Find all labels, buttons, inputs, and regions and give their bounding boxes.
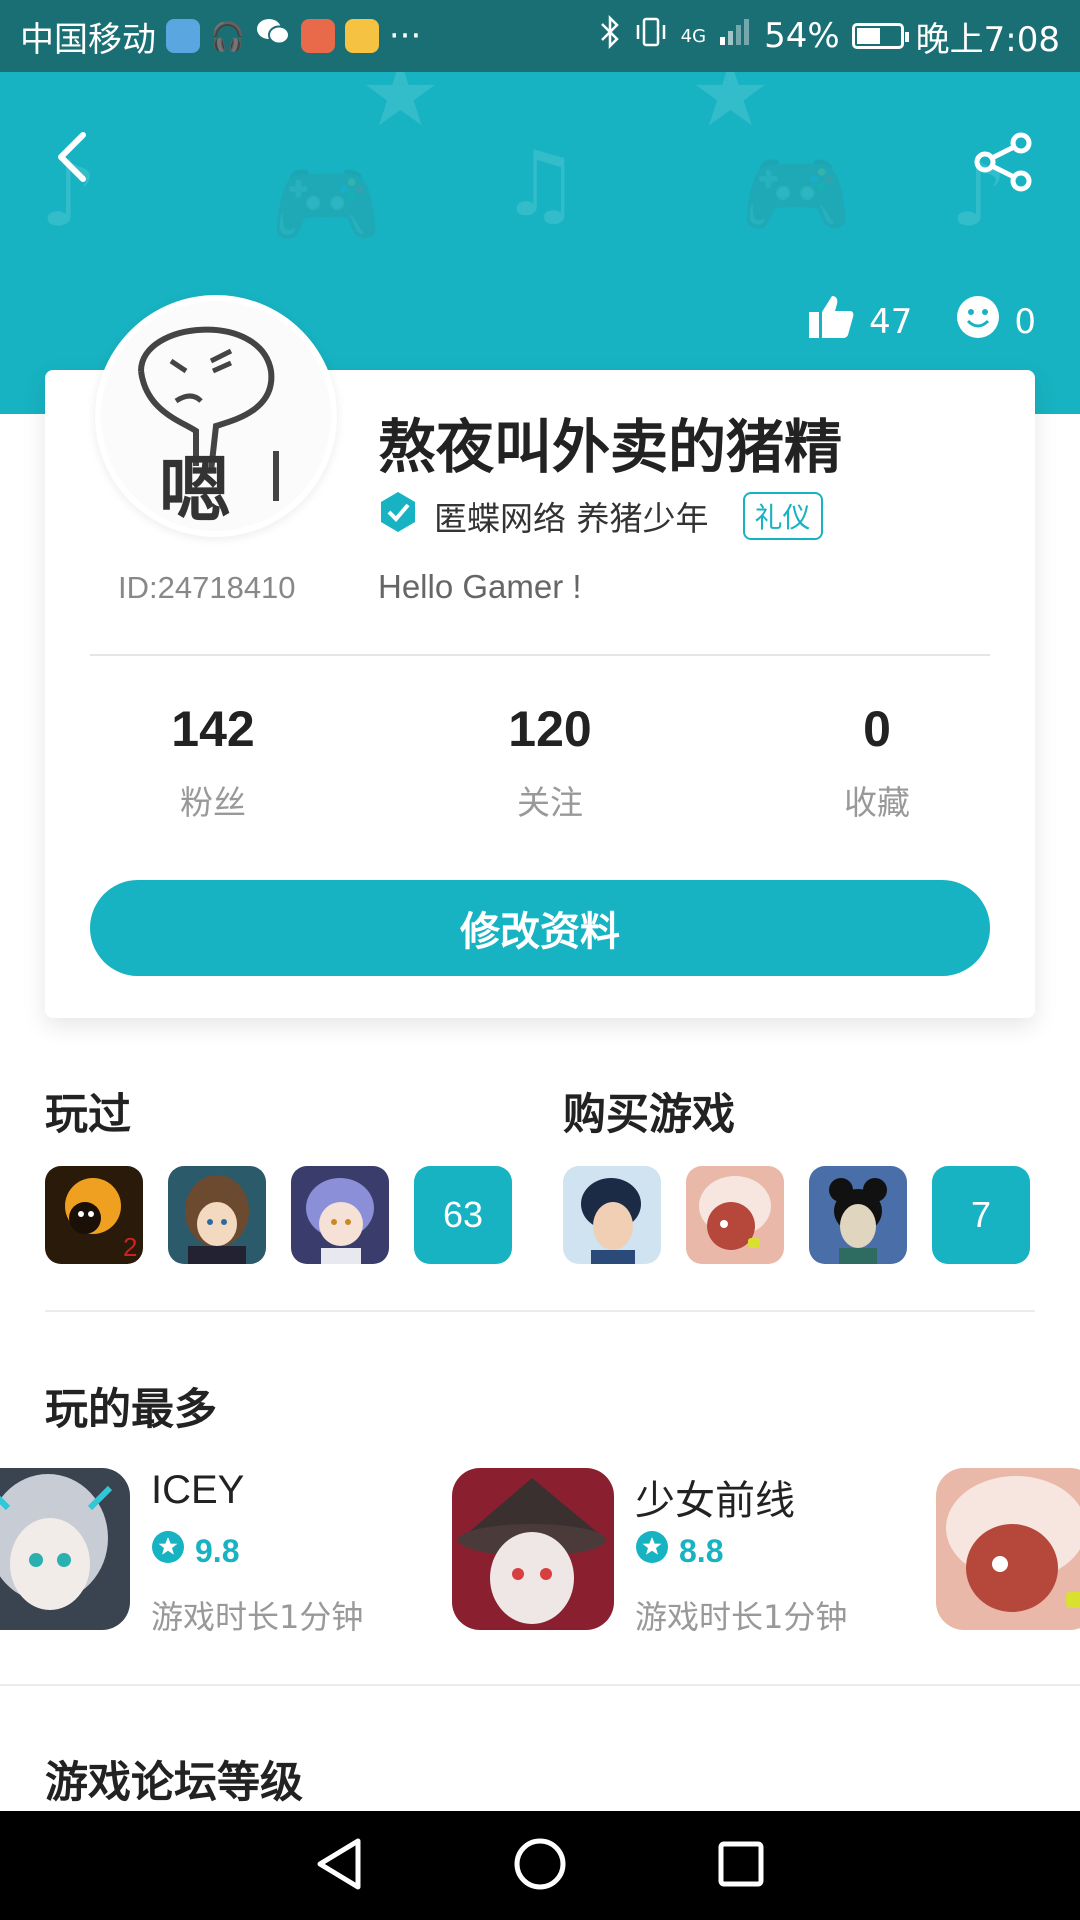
gamepad-icon: 🎮 bbox=[270, 152, 383, 257]
play-time: 游戏时长1分钟 bbox=[151, 1598, 364, 1636]
played-more-count[interactable]: 63 bbox=[414, 1166, 512, 1264]
user-bio: Hello Gamer ! bbox=[378, 568, 582, 605]
purchased-title: 购买游戏 bbox=[563, 1090, 735, 1140]
most-played-item[interactable]: ICEY 9.8 游戏时长1分钟 bbox=[0, 1468, 388, 1636]
most-played-title: 玩的最多 bbox=[45, 1385, 217, 1435]
nav-home-button[interactable] bbox=[513, 1837, 567, 1895]
user-name: 熬夜叫外卖的猪精 bbox=[378, 413, 843, 481]
news-app-icon bbox=[300, 19, 335, 53]
divider bbox=[45, 1310, 1035, 1312]
favorites-stat[interactable]: 0 收藏 bbox=[777, 700, 977, 824]
divider bbox=[90, 654, 990, 656]
bluetooth-icon bbox=[599, 14, 621, 58]
signal-icon bbox=[718, 16, 752, 56]
verified-icon bbox=[378, 490, 418, 542]
wechat-icon bbox=[255, 16, 291, 57]
star-icon: ★ bbox=[360, 72, 441, 147]
game-icon bbox=[936, 1468, 1080, 1630]
played-game-thumb[interactable]: 2 bbox=[45, 1166, 143, 1264]
network-type: 4G bbox=[680, 25, 707, 47]
thumbs-up-icon bbox=[807, 294, 855, 349]
followers-label: 粉丝 bbox=[180, 783, 246, 822]
game-icon bbox=[452, 1468, 614, 1630]
share-button[interactable] bbox=[964, 122, 1044, 202]
smile-icon bbox=[956, 295, 1000, 348]
badge-tag[interactable]: 礼仪 bbox=[742, 492, 823, 540]
nav-back-button[interactable] bbox=[314, 1837, 364, 1895]
gamepad-icon: 🎮 bbox=[740, 142, 853, 247]
back-button[interactable] bbox=[36, 122, 106, 192]
game-name: 少女前线 bbox=[635, 1478, 795, 1524]
clock: 晚上7:08 bbox=[915, 19, 1060, 60]
following-count: 120 bbox=[508, 701, 592, 757]
played-game-thumb[interactable] bbox=[168, 1166, 266, 1264]
svg-text:2: 2 bbox=[123, 1232, 137, 1262]
reactions: 47 0 bbox=[807, 294, 1036, 349]
game-rating: 8.8 bbox=[635, 1530, 723, 1572]
forum-level-title: 游戏论坛等级 bbox=[45, 1758, 303, 1808]
followers-count: 142 bbox=[171, 701, 255, 757]
purchased-more-count[interactable]: 7 bbox=[932, 1166, 1030, 1264]
played-title: 玩过 bbox=[45, 1090, 131, 1140]
favorites-count: 0 bbox=[863, 701, 891, 757]
most-played-item[interactable]: 少女前线 8.8 游戏时长1分钟 bbox=[452, 1468, 872, 1636]
edit-profile-button[interactable]: 修改资料 bbox=[90, 880, 990, 976]
music-note-icon: ♫ bbox=[500, 132, 581, 237]
purchased-game-thumb[interactable] bbox=[686, 1166, 784, 1264]
purchased-game-thumb[interactable] bbox=[809, 1166, 907, 1264]
played-game-thumb[interactable] bbox=[291, 1166, 389, 1264]
like-stat[interactable]: 47 bbox=[807, 294, 912, 349]
organization-name: 匿蝶网络 养猪少年 bbox=[434, 499, 709, 538]
play-time: 游戏时长1分钟 bbox=[635, 1598, 848, 1636]
star-badge-icon bbox=[151, 1530, 185, 1572]
smile-count: 0 bbox=[1014, 301, 1036, 342]
favorites-label: 收藏 bbox=[844, 783, 910, 822]
purchased-game-thumb[interactable] bbox=[563, 1166, 661, 1264]
user-id: ID:24718410 bbox=[118, 570, 296, 605]
status-bar: 中国移动 🎧 ··· 4G 54% 晚上7:08 bbox=[0, 0, 1080, 72]
carrier-name: 中国移动 bbox=[20, 19, 156, 60]
star-icon: ★ bbox=[690, 72, 771, 147]
system-navigation-bar bbox=[0, 1811, 1080, 1920]
avatar-caption: 嗯 bbox=[159, 448, 232, 532]
rating-value: 8.8 bbox=[679, 1532, 724, 1569]
game-rating: 9.8 bbox=[151, 1530, 239, 1572]
avatar[interactable]: 嗯 bbox=[95, 295, 337, 537]
like-count: 47 bbox=[869, 301, 913, 342]
most-played-item[interactable] bbox=[936, 1468, 1080, 1633]
browser-app-icon bbox=[166, 19, 200, 53]
vibrate-icon bbox=[633, 15, 669, 58]
followers-stat[interactable]: 142 粉丝 bbox=[113, 700, 313, 824]
rating-value: 9.8 bbox=[195, 1532, 240, 1569]
star-badge-icon bbox=[635, 1530, 669, 1572]
game-name: ICEY bbox=[151, 1468, 245, 1512]
organization-line: 匿蝶网络 养猪少年 礼仪 bbox=[378, 490, 823, 542]
battery-icon bbox=[851, 23, 909, 49]
headset-icon: 🎧 bbox=[210, 19, 245, 53]
game-icon bbox=[0, 1468, 130, 1630]
following-label: 关注 bbox=[517, 783, 583, 822]
battery-percent: 54% bbox=[764, 16, 840, 56]
smile-stat[interactable]: 0 bbox=[956, 295, 1036, 348]
divider bbox=[0, 1684, 1080, 1686]
more-notifications: ··· bbox=[388, 16, 422, 56]
nav-recents-button[interactable] bbox=[716, 1839, 766, 1893]
following-stat[interactable]: 120 关注 bbox=[450, 700, 650, 824]
weibo-icon bbox=[344, 19, 379, 53]
